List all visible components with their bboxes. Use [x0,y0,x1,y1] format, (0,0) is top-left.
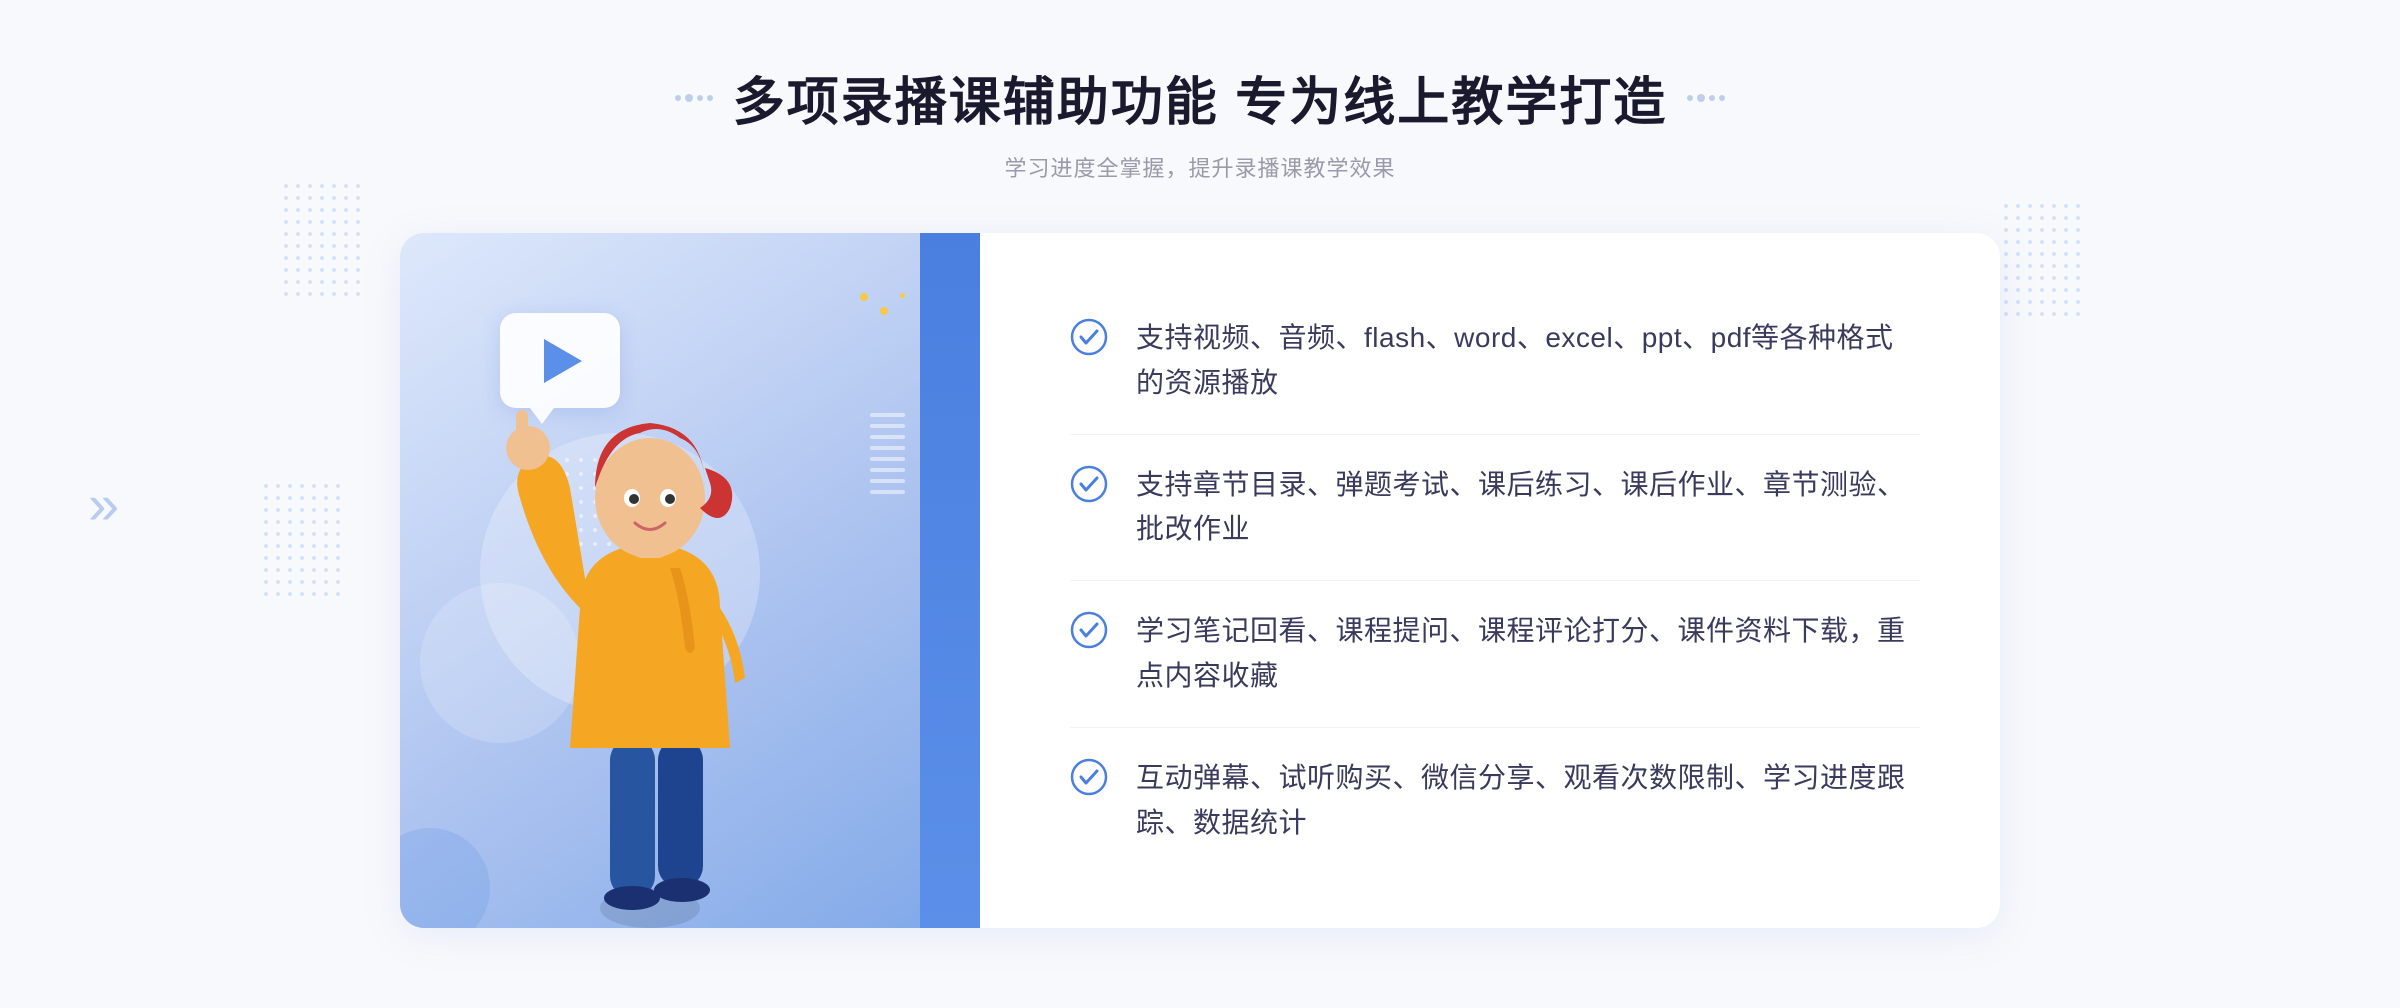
dot-3 [697,95,703,101]
feature-item-1: 支持视频、音频、flash、word、excel、ppt、pdf等各种格式的资源… [1070,288,1920,435]
check-icon-3 [1070,611,1108,649]
dots-decoration-left-bottom [260,480,340,600]
dot-1 [675,95,681,101]
decorator-dots-right [1687,94,1725,102]
flash-dot-2 [880,307,888,315]
check-icon-2 [1070,465,1108,503]
check-icon-1 [1070,318,1108,356]
chevron-icon: » [88,473,111,536]
decorator-dots-left [675,94,713,102]
feature-item-4: 互动弹幕、试听购买、微信分享、观看次数限制、学习进度跟踪、数据统计 [1070,728,1920,874]
check-icon-4 [1070,758,1108,796]
bottom-left-circle [400,828,490,928]
dots-decoration-left-top [280,180,360,300]
dot-6 [1697,94,1705,102]
feature-text-2: 支持章节目录、弹题考试、课后练习、课后作业、章节测验、批改作业 [1136,463,1920,553]
dot-2 [685,94,693,102]
subtitle: 学习进度全掌握，提升录播课教学效果 [675,151,1725,183]
feature-text-1: 支持视频、音频、flash、word、excel、ppt、pdf等各种格式的资源… [1136,316,1920,406]
feature-text-3: 学习笔记回看、课程提问、课程评论打分、课件资料下载，重点内容收藏 [1136,609,1920,699]
dots-decoration-right-mid [2000,200,2080,320]
stripe-decoration [870,413,905,494]
dot-7 [1709,95,1715,101]
header-section: 多项录播课辅助功能 专为线上教学打造 学习进度全掌握，提升录播课教学效果 [675,60,1725,183]
person-illustration [480,368,820,928]
features-panel: 支持视频、音频、flash、word、excel、ppt、pdf等各种格式的资源… [980,233,2000,928]
dot-8 [1719,95,1725,101]
blue-stripe [920,233,980,928]
feature-text-4: 互动弹幕、试听购买、微信分享、观看次数限制、学习进度跟踪、数据统计 [1136,756,1920,846]
feature-item-3: 学习笔记回看、课程提问、课程评论打分、课件资料下载，重点内容收藏 [1070,581,1920,728]
dot-5 [1687,95,1693,101]
header-decorators: 多项录播课辅助功能 专为线上教学打造 [675,60,1725,135]
illustration-panel [400,233,980,928]
left-chevron-decoration: » [88,472,111,537]
flash-dot-1 [860,293,868,301]
main-title: 多项录播课辅助功能 专为线上教学打造 [733,60,1667,135]
dot-4 [707,95,713,101]
feature-item-2: 支持章节目录、弹题考试、课后练习、课后作业、章节测验、批改作业 [1070,435,1920,582]
page-container: 多项录播课辅助功能 专为线上教学打造 学习进度全掌握，提升录播课教学效果 [0,0,2400,1008]
flash-dot-3 [900,293,905,298]
content-area: 支持视频、音频、flash、word、excel、ppt、pdf等各种格式的资源… [400,233,2000,928]
